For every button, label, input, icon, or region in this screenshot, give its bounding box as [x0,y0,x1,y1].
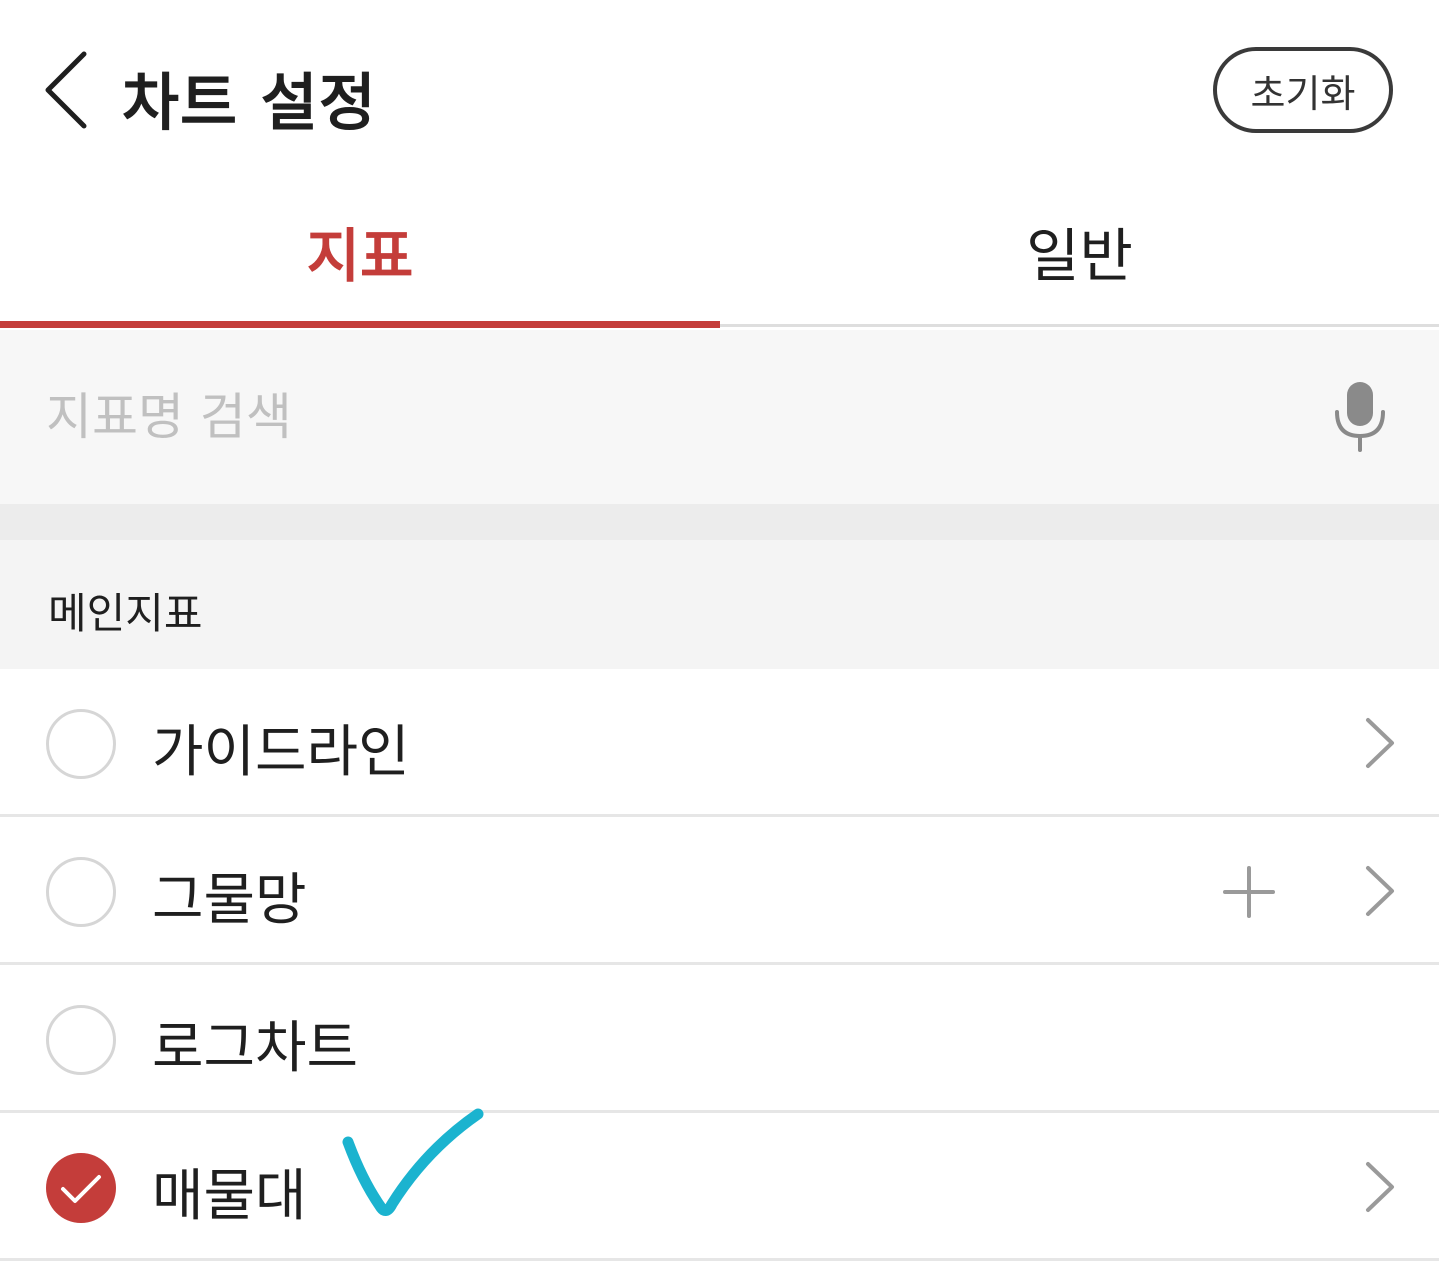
tab-general[interactable]: 일반 [720,180,1439,330]
tab-indicators[interactable]: 지표 [0,180,720,330]
chevron-right-icon[interactable] [1360,862,1400,920]
list-item-label: 매물대 [152,1164,307,1229]
voice-search-button[interactable] [1330,378,1390,458]
plus-icon[interactable] [1222,865,1276,919]
back-chevron-icon [45,51,87,129]
radio-unchecked[interactable] [46,709,116,779]
list-item-label: 로그차트 [152,1016,359,1081]
radio-unchecked[interactable] [46,857,116,927]
list-item-label: 그물망 [152,868,307,933]
tab-baseline-divider [720,324,1439,327]
list-item-guideline[interactable]: 가이드라인 [0,669,1439,817]
app-header: 차트 설정 초기화 [0,0,1439,180]
chevron-right-icon[interactable] [1360,1158,1400,1216]
search-input[interactable] [46,374,1246,460]
list-item-grid-net[interactable]: 그물망 [0,817,1439,965]
radio-checked[interactable] [46,1153,116,1223]
radio-unchecked[interactable] [46,1005,116,1075]
selected-tab-indicator [0,321,720,328]
list-item-label: 가이드라인 [152,720,410,785]
reset-button[interactable]: 초기화 [1213,47,1393,133]
microphone-icon [1335,382,1385,452]
check-circle-icon [46,1153,116,1223]
tab-bar: 지표 일반 [0,180,1439,330]
list-item-log-chart[interactable]: 로그차트 [0,965,1439,1113]
search-bar [0,330,1439,504]
section-spacer [0,504,1439,540]
back-button[interactable] [36,44,100,136]
list-item-volume-profile[interactable]: 매물대 [0,1113,1439,1261]
section-title: 메인지표 [48,589,203,638]
section-header: 메인지표 [0,540,1439,669]
page-title: 차트 설정 [122,66,377,139]
chevron-right-icon[interactable] [1360,714,1400,772]
